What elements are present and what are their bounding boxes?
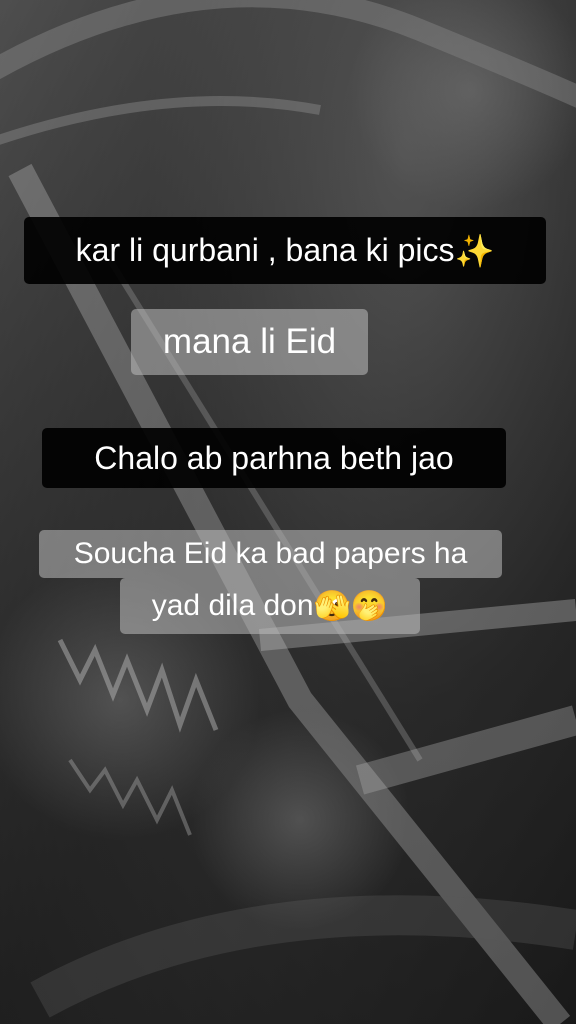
sparkles-emoji: ✨	[454, 231, 495, 270]
caption-4-line-2-text: yad dila don	[151, 589, 314, 622]
caption-box-2: mana li Eid	[131, 309, 368, 375]
caption-box-3: Chalo ab parhna beth jao	[42, 428, 506, 488]
caption-1-text: kar li qurbani , bana ki pics	[75, 232, 455, 268]
caption-box-1: kar li qurbani , bana ki pics ✨	[24, 217, 546, 284]
caption-3-text: Chalo ab parhna beth jao	[94, 439, 454, 476]
video-frame: kar li qurbani , bana ki pics ✨ mana li …	[0, 0, 576, 1024]
caption-box-4-line-1: Soucha Eid ka bad papers ha	[39, 530, 502, 578]
face-emojis: 🫣🤭	[313, 588, 389, 624]
caption-box-4-line-2: yad dila don 🫣🤭	[120, 578, 420, 634]
caption-4-line-1-text: Soucha Eid ka bad papers ha	[73, 537, 468, 570]
caption-2-text: mana li Eid	[162, 322, 337, 361]
background-photo	[0, 0, 576, 1024]
